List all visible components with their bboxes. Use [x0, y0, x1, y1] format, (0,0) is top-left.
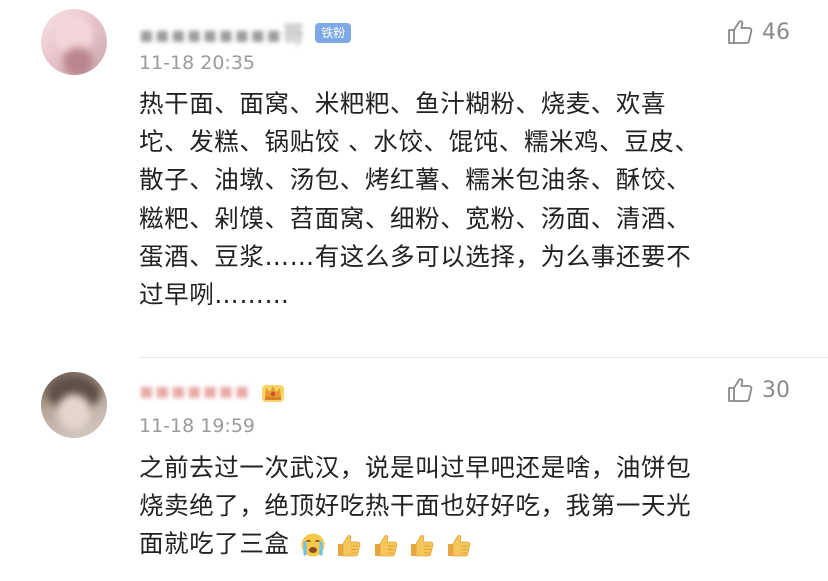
- comment-line: 之前去过一次武汉，说是叫过早吧还是啥，油饼包: [139, 453, 692, 482]
- username[interactable]: ▪▪▪▪▪▪▪▪▪哥: [139, 17, 305, 49]
- thumbs-up-icon: [726, 376, 754, 404]
- thumbs-up-icon: [336, 532, 362, 558]
- avatar[interactable]: [41, 9, 107, 75]
- like-count: 30: [762, 377, 790, 403]
- comment-line: 坨、发糕、锅贴饺 、水饺、馄饨、糯米鸡、豆皮、: [139, 127, 700, 157]
- crown-icon: [262, 385, 285, 402]
- fan-badge: 铁粉: [315, 23, 352, 43]
- timestamp: 11-18 20:35: [139, 52, 256, 74]
- comment-line: 面就吃了三盒: [139, 529, 290, 559]
- thumbs-up-icon: [409, 532, 435, 558]
- thumbs-up-icon: [726, 18, 754, 46]
- comment-line: 烧卖绝了，绝顶好吃热干面也好好吃，我第一天光: [139, 491, 692, 521]
- username[interactable]: ▪▪▪▪▪▪▪: [139, 379, 250, 404]
- comment-item: ▪▪▪▪▪▪▪ 11-18 19:59 30 之前去过一次武汉，说是叫过早吧还是…: [0, 358, 828, 581]
- thumbs-up-icon: [373, 532, 399, 558]
- comment-line: 散子、油墩、汤包、烤红薯、糯米包油条、酥饺、: [139, 165, 692, 195]
- comment-line-with-emoji: 面就吃了三盒: [139, 525, 789, 563]
- like-button[interactable]: 30: [726, 376, 790, 404]
- avatar[interactable]: [41, 372, 107, 438]
- thumbs-up-icon: [446, 532, 472, 558]
- crying-face-icon: [301, 533, 325, 557]
- comment-line: 糍粑、剁馍、苕面窝、细粉、宽粉、汤面、清酒、: [139, 203, 692, 233]
- comment-line: 蛋酒、豆浆……有这么多可以选择，为么事还要不: [139, 241, 692, 271]
- comment-text: 热干面、面窝、米粑粑、鱼汁糊粉、烧麦、欢喜 坨、发糕、锅贴饺 、水饺、馄饨、糯米…: [139, 85, 789, 314]
- like-button[interactable]: 46: [726, 18, 790, 46]
- comment-item: ▪▪▪▪▪▪▪▪▪哥 铁粉 11-18 20:35 46 热干面、面窝、米粑粑、…: [0, 0, 828, 357]
- comment-header: ▪▪▪▪▪▪▪▪▪哥 铁粉: [139, 17, 352, 49]
- comment-line: 热干面、面窝、米粑粑、鱼汁糊粉、烧麦、欢喜: [139, 89, 667, 118]
- comment-text: 之前去过一次武汉，说是叫过早吧还是啥，油饼包 烧卖绝了，绝顶好吃热干面也好好吃，…: [139, 449, 789, 564]
- comment-header: ▪▪▪▪▪▪▪: [139, 376, 286, 406]
- like-count: 46: [762, 19, 790, 45]
- comment-line: 过早咧………: [139, 280, 290, 310]
- timestamp: 11-18 19:59: [139, 415, 256, 437]
